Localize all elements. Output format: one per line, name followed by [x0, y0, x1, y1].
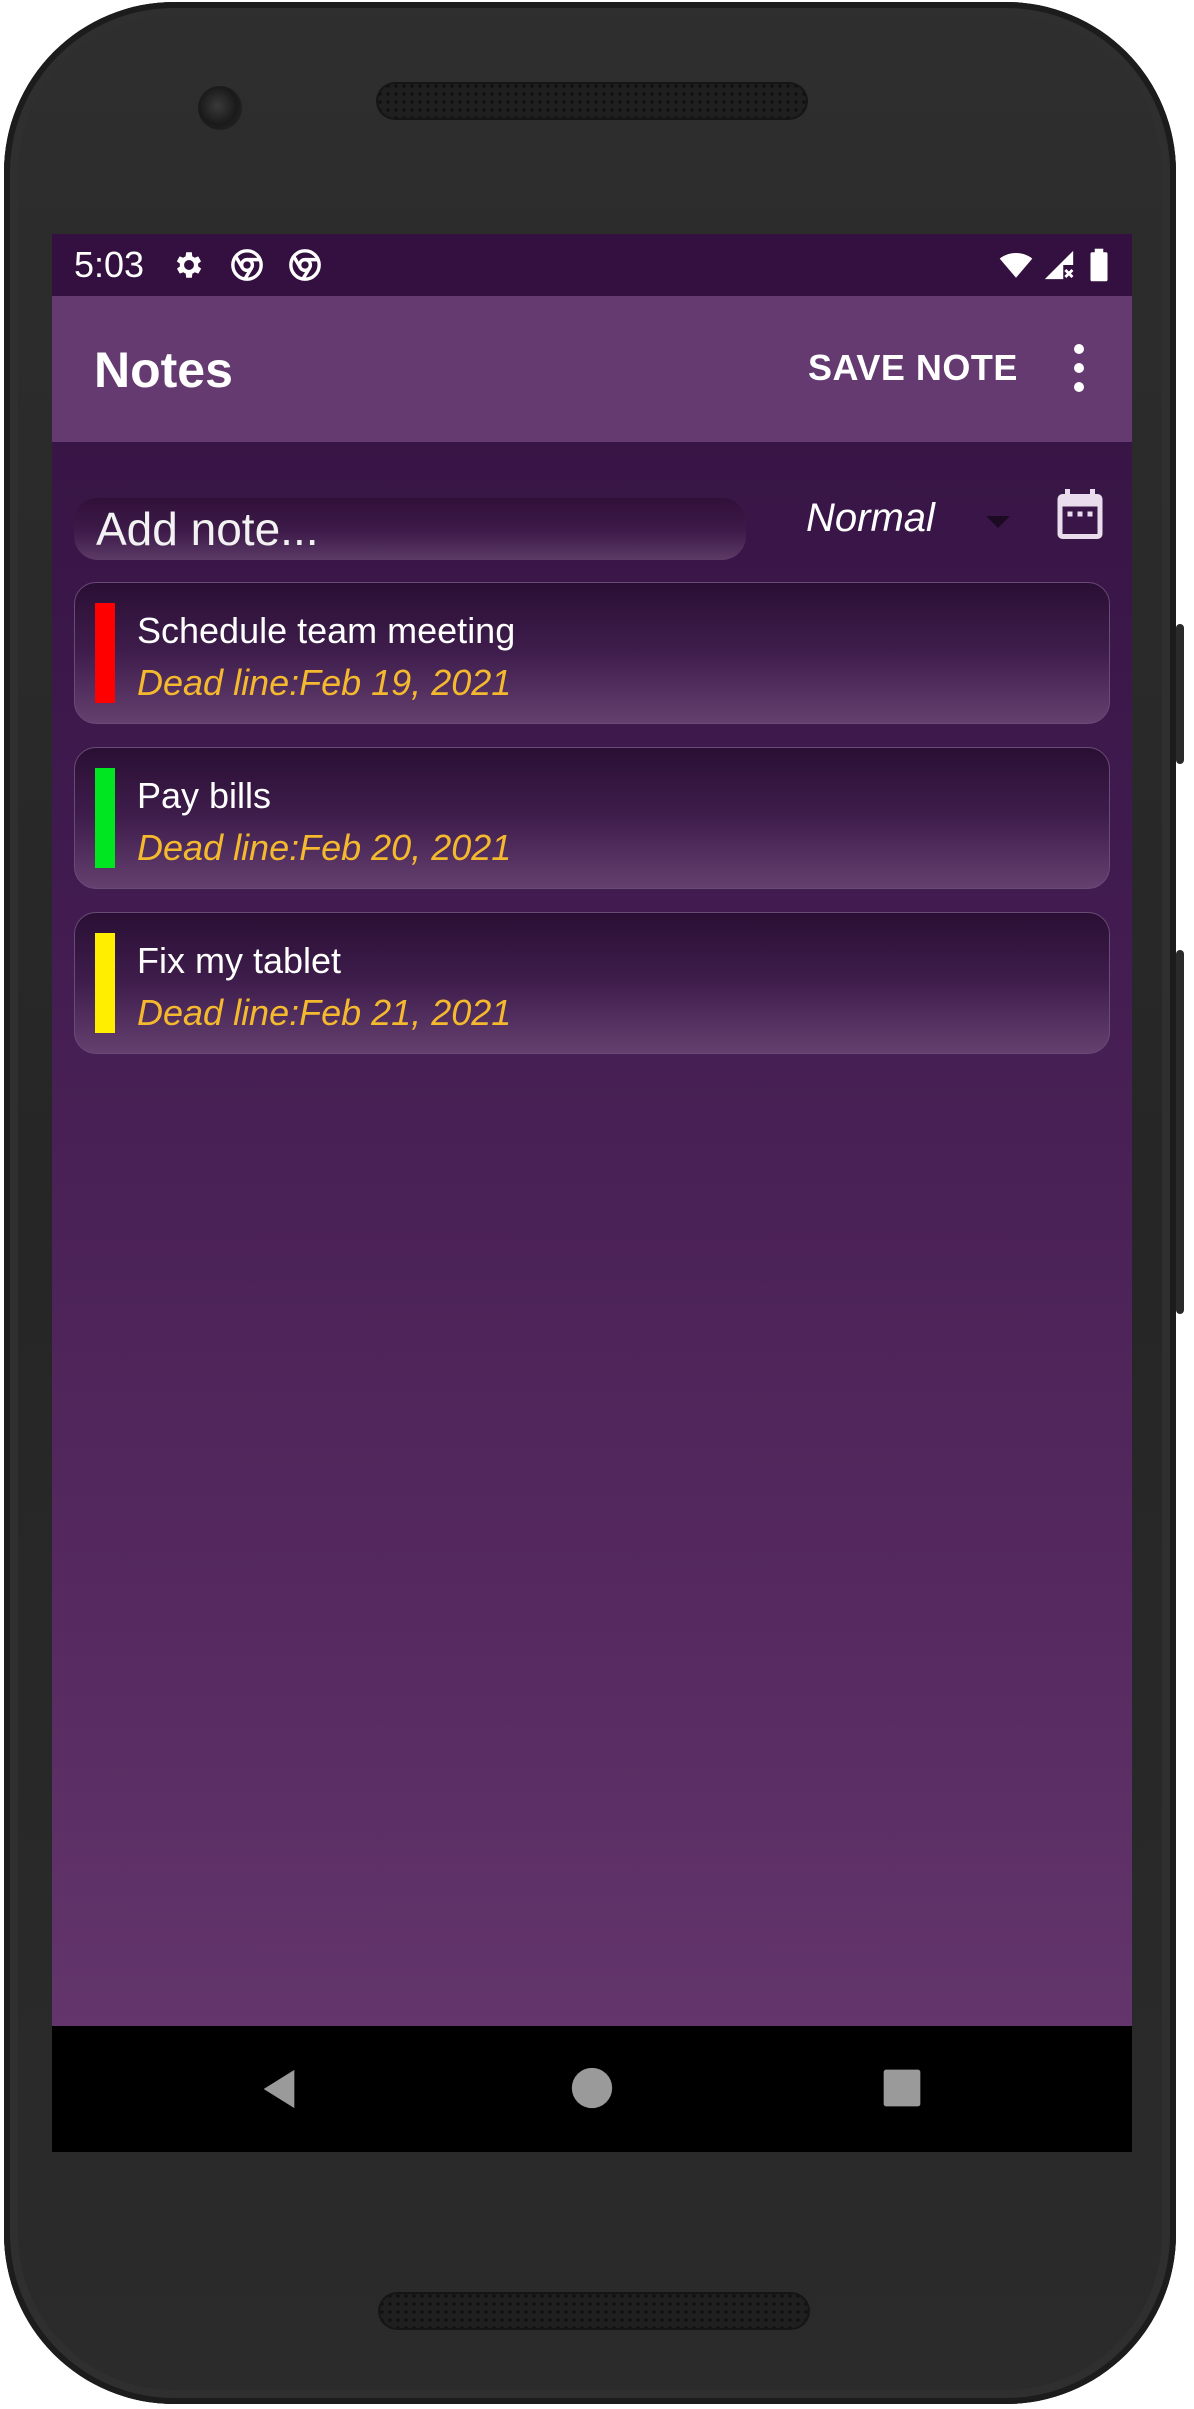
priority-value: Normal [806, 496, 935, 540]
more-options-icon[interactable] [1052, 332, 1108, 404]
note-card[interactable]: Schedule team meeting Dead line:Feb 19, … [74, 582, 1110, 724]
priority-dropdown[interactable]: Normal [786, 484, 1056, 560]
chrome-icon [289, 249, 321, 281]
priority-color-bar [95, 768, 115, 868]
note-title: Schedule team meeting [137, 610, 516, 651]
power-button [1176, 624, 1184, 764]
add-note-input[interactable] [74, 498, 746, 560]
battery-icon [1090, 248, 1108, 282]
signal-icon [1044, 250, 1074, 280]
status-time: 5:03 [74, 244, 145, 285]
back-icon[interactable] [256, 2066, 302, 2112]
priority-color-bar [95, 603, 115, 703]
priority-color-bar [95, 933, 115, 1033]
chevron-down-icon [986, 516, 1010, 528]
calendar-icon[interactable] [1050, 484, 1110, 544]
page-title: Notes [94, 342, 233, 398]
earpiece-speaker [376, 82, 808, 120]
note-deadline: Dead line:Feb 19, 2021 [137, 662, 512, 703]
note-title: Pay bills [137, 775, 272, 816]
note-deadline: Dead line:Feb 20, 2021 [137, 827, 512, 868]
app-bar: Notes SAVE NOTE [52, 296, 1132, 442]
home-icon[interactable] [570, 2066, 614, 2110]
note-deadline: Dead line:Feb 21, 2021 [137, 992, 512, 1033]
note-title: Fix my tablet [137, 940, 342, 981]
note-card[interactable]: Fix my tablet Dead line:Feb 21, 2021 [74, 912, 1110, 1054]
save-note-button[interactable]: SAVE NOTE [800, 342, 1026, 394]
status-bar: 5:03 [52, 234, 1132, 296]
bottom-speaker [378, 2292, 810, 2330]
recents-icon[interactable] [882, 2068, 922, 2108]
wifi-icon [999, 252, 1033, 278]
navigation-bar [52, 2026, 1132, 2152]
volume-button [1176, 950, 1184, 1314]
front-camera [198, 86, 242, 130]
screen: 5:03 Notes SAVE NOTE Add note... Normal … [52, 234, 1132, 2152]
note-card[interactable]: Pay bills Dead line:Feb 20, 2021 [74, 747, 1110, 889]
gear-icon [176, 252, 202, 278]
chrome-icon [231, 249, 263, 281]
